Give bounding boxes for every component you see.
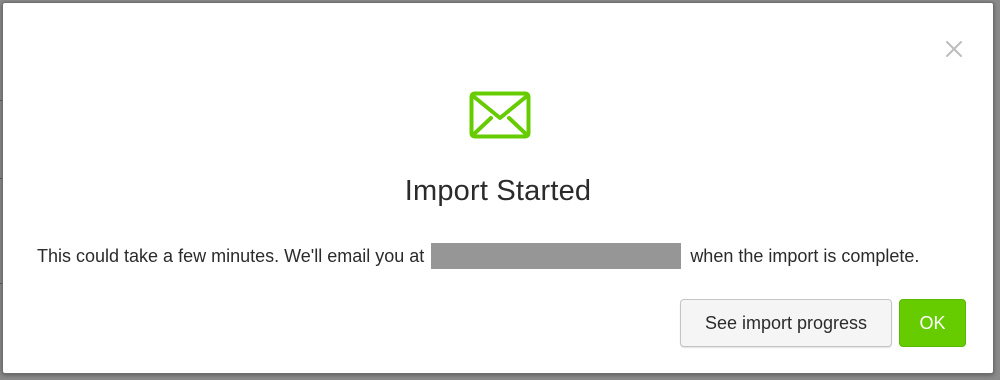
close-icon bbox=[946, 41, 962, 57]
message-text-after: when the import is complete. bbox=[690, 246, 920, 266]
dialog-title: Import Started bbox=[404, 175, 592, 207]
import-started-dialog: Import Started This could take a few min… bbox=[2, 2, 994, 374]
dialog-message: This could take a few minutes. We'll ema… bbox=[37, 243, 919, 269]
envelope-icon bbox=[469, 91, 531, 139]
see-import-progress-button[interactable]: See import progress bbox=[680, 299, 892, 347]
close-button[interactable] bbox=[943, 38, 965, 60]
redacted-email bbox=[431, 243, 682, 269]
message-text-before: This could take a few minutes. We'll ema… bbox=[37, 246, 425, 266]
ok-button[interactable]: OK bbox=[899, 299, 966, 347]
